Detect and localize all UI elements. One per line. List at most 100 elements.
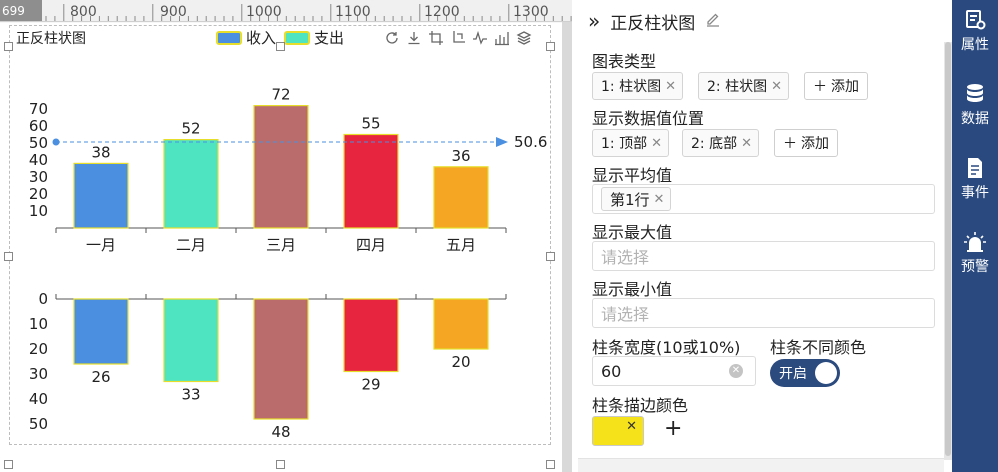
tag-label: 2: 底部 [691, 136, 738, 152]
panel-header: » 正反柱状图 [578, 0, 952, 42]
add-label: 添加 [831, 79, 859, 95]
top-bar [433, 166, 489, 229]
property-panel: » 正反柱状图 图表类型 1: 柱状图 ✕ 2: 柱状图 ✕ ＋添加 显示数据值位置… [578, 0, 952, 472]
add-label: 添加 [801, 136, 829, 152]
chart-type-tag: 1: 柱状图 ✕ [592, 72, 683, 100]
bottom-bar [253, 298, 309, 420]
bottom-y-tick-label: 40 [29, 390, 48, 408]
chart-widget[interactable]: 正反柱状图 收入 支出 10 20 30 40 50 60 70 38 一月 5… [9, 25, 551, 445]
add-chart-type-button[interactable]: ＋添加 [804, 72, 868, 100]
alarm-icon [964, 232, 986, 252]
resize-handle[interactable] [276, 42, 285, 51]
sidebar-item-alarm[interactable]: 预警 [952, 230, 998, 276]
tag-label: 第1行 [610, 190, 650, 209]
top-bar-value-label: 72 [271, 86, 290, 104]
right-sidebar: 属性 数据 事件 预警 [952, 0, 998, 472]
value-position-tag: 1: 顶部 ✕ [592, 129, 669, 157]
resize-handle[interactable] [4, 42, 13, 51]
top-bar [163, 138, 219, 229]
bottom-y-tick-label: 10 [29, 315, 48, 333]
toggle-label: 开启 [779, 366, 807, 382]
top-bar [253, 104, 309, 229]
top-bar-value-label: 52 [181, 120, 200, 138]
plus-icon: ＋ [813, 79, 827, 95]
resize-handle[interactable] [276, 460, 285, 469]
bottom-bar-value-label: 48 [271, 423, 290, 441]
border-color-swatch[interactable]: ✕ [592, 416, 644, 446]
bottom-bar [433, 298, 489, 350]
max-select[interactable]: 请选择 [592, 241, 935, 271]
average-line-arrow [496, 136, 508, 147]
properties-icon [966, 10, 986, 30]
sidebar-item-data[interactable]: 数据 [952, 82, 998, 128]
tag-label: 1: 柱状图 [601, 79, 662, 95]
chart-type-label: 图表类型 [592, 52, 657, 71]
bottom-y-tick-label: 30 [29, 365, 48, 383]
value-position-tag: 2: 底部 ✕ [682, 129, 759, 157]
panel-title: 正反柱状图 [610, 13, 696, 34]
top-bar [343, 133, 399, 229]
canvas-scrollbar[interactable] [562, 22, 572, 472]
bottom-bar-value-label: 33 [181, 386, 200, 404]
bottom-y-tick-label: 20 [29, 340, 48, 358]
top-y-tick-label: 10 [29, 202, 48, 220]
bottom-bar-value-label: 29 [361, 376, 380, 394]
resize-handle[interactable] [546, 460, 555, 469]
sidebar-label: 属性 [961, 37, 989, 53]
diff-color-toggle[interactable]: 开启 [770, 359, 840, 387]
resize-handle[interactable] [4, 460, 13, 469]
ruler-ticks [45, 4, 572, 21]
value-position-label: 显示数据值位置 [592, 109, 705, 128]
bottom-bar-value-label: 26 [91, 368, 110, 386]
top-bar [73, 162, 129, 229]
x-category-label: 三月 [266, 236, 296, 254]
remove-tag-icon[interactable]: ✕ [741, 136, 752, 151]
min-label: 显示最小值 [592, 280, 673, 299]
top-y-tick-label: 20 [29, 185, 48, 203]
sidebar-label: 预警 [961, 259, 989, 275]
design-canvas[interactable]: 699 800 900 1000 1100 1200 1300 正反柱状图 收入… [0, 0, 572, 472]
top-y-tick-label: 40 [29, 151, 48, 169]
database-icon [967, 84, 983, 102]
clear-icon[interactable]: ✕ [729, 364, 743, 378]
collapse-panel-icon[interactable]: » [588, 9, 600, 33]
event-icon [968, 158, 982, 178]
edit-title-icon[interactable] [705, 11, 721, 31]
bottom-bar [343, 298, 399, 373]
max-label: 显示最大值 [592, 223, 673, 242]
bar-width-label: 柱条宽度(10或10%) [592, 338, 741, 357]
top-y-tick-label: 70 [29, 100, 48, 118]
remove-tag-icon[interactable]: ✕ [771, 79, 782, 94]
remove-color-icon[interactable]: ✕ [626, 419, 637, 434]
plus-icon: ＋ [783, 136, 797, 152]
tag-label: 1: 顶部 [601, 136, 648, 152]
chart-type-tag: 2: 柱状图 ✕ [698, 72, 789, 100]
bottom-y-tick-label: 0 [38, 290, 48, 308]
add-value-position-button[interactable]: ＋添加 [774, 129, 838, 157]
remove-tag-icon[interactable]: ✕ [651, 136, 662, 151]
bar-width-input[interactable]: 60 ✕ [592, 356, 756, 386]
sidebar-item-events[interactable]: 事件 [952, 156, 998, 202]
top-y-tick-label: 50 [29, 134, 48, 152]
top-bar-value-label: 55 [361, 115, 380, 133]
sidebar-label: 数据 [961, 111, 989, 127]
resize-handle[interactable] [4, 252, 13, 261]
min-placeholder: 请选择 [601, 305, 650, 324]
tag-label: 2: 柱状图 [707, 79, 768, 95]
diff-color-label: 柱条不同颜色 [770, 338, 867, 357]
add-color-icon[interactable]: + [664, 416, 682, 441]
top-bar-value-label: 36 [451, 147, 470, 165]
panel-scrollbar-thumb[interactable] [945, 42, 951, 456]
remove-tag-icon[interactable]: ✕ [654, 192, 665, 207]
min-select[interactable]: 请选择 [592, 298, 935, 328]
remove-tag-icon[interactable]: ✕ [665, 79, 676, 94]
sidebar-item-properties[interactable]: 属性 [952, 8, 998, 54]
bottom-bar [163, 298, 219, 383]
resize-handle[interactable] [546, 42, 555, 51]
horizontal-ruler: 699 800 900 1000 1100 1200 1300 [0, 0, 572, 22]
avg-select[interactable]: 第1行 ✕ [592, 184, 935, 214]
average-line-label: 50.6 [514, 133, 547, 151]
bottom-y-tick-label: 50 [29, 415, 48, 433]
resize-handle[interactable] [546, 252, 555, 261]
bar-width-value: 60 [601, 361, 622, 381]
